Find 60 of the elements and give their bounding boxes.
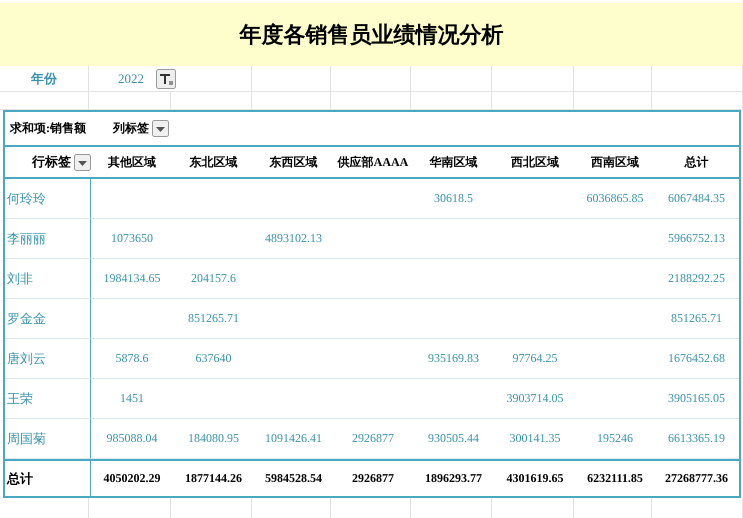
total-cell: 4050202.29 bbox=[104, 471, 160, 486]
column-header: 总计 bbox=[684, 154, 708, 170]
table-cell: 30618.5 bbox=[434, 191, 473, 206]
row-label: 王荣 bbox=[7, 390, 33, 408]
report-title: 年度各销售员业绩情况分析 bbox=[240, 20, 504, 48]
table-cell: 2188292.25 bbox=[668, 271, 725, 286]
dropdown-icon[interactable] bbox=[74, 154, 91, 170]
value-field-label: 求和项:销售额 bbox=[10, 120, 86, 137]
total-cell: 27268777.36 bbox=[665, 471, 728, 486]
row-labels-header: 行标签 bbox=[32, 153, 71, 171]
table-cell: 1091426.41 bbox=[265, 431, 322, 446]
column-header: 东北区域 bbox=[190, 154, 238, 170]
table-cell: 935169.83 bbox=[428, 351, 479, 366]
table-cell: 851265.71 bbox=[671, 311, 722, 326]
table-cell: 6613365.19 bbox=[668, 431, 725, 446]
table-cell: 300141.35 bbox=[510, 431, 560, 446]
total-cell: 1896293.77 bbox=[425, 471, 482, 486]
column-header: 西北区域 bbox=[511, 154, 559, 170]
column-header: 东西区域 bbox=[270, 154, 318, 170]
row-label: 刘非 bbox=[7, 270, 33, 288]
table-cell: 930505.44 bbox=[428, 431, 479, 446]
total-cell: 5984528.54 bbox=[265, 471, 322, 486]
dropdown-icon[interactable] bbox=[152, 120, 169, 137]
column-header: 供应部AAAA bbox=[338, 154, 408, 170]
table-cell: 1073650 bbox=[111, 231, 153, 246]
table-cell: 2926877 bbox=[352, 431, 394, 446]
table-cell: 1984134.65 bbox=[104, 271, 160, 286]
table-cell: 184080.95 bbox=[188, 431, 239, 446]
table-cell: 5878.6 bbox=[116, 351, 148, 366]
filter-icon[interactable] bbox=[156, 68, 176, 88]
table-cell: 4893102.13 bbox=[265, 231, 322, 246]
total-cell: 6232111.85 bbox=[587, 471, 643, 486]
row-label: 周国菊 bbox=[7, 430, 46, 448]
total-cell: 1877144.26 bbox=[185, 471, 242, 486]
table-cell: 3905165.05 bbox=[668, 391, 725, 406]
column-header: 西南区域 bbox=[591, 154, 639, 170]
total-cell: 2926877 bbox=[352, 471, 394, 486]
row-label: 唐刘云 bbox=[7, 350, 46, 368]
row-label: 罗金金 bbox=[7, 310, 46, 328]
column-header: 华南区域 bbox=[430, 154, 478, 170]
table-cell: 6036865.85 bbox=[586, 191, 644, 206]
table-cell: 5966752.13 bbox=[668, 231, 725, 246]
table-cell: 204157.6 bbox=[191, 271, 236, 286]
column-header: 其他区域 bbox=[108, 154, 156, 170]
total-cell: 4301619.65 bbox=[506, 471, 564, 486]
table-cell: 1676452.68 bbox=[668, 351, 725, 366]
row-label: 何玲玲 bbox=[7, 190, 46, 208]
table-cell: 851265.71 bbox=[188, 311, 239, 326]
table-cell: 195246 bbox=[597, 431, 633, 446]
table-cell: 3903714.05 bbox=[506, 391, 564, 406]
filter-value: 2022 bbox=[118, 70, 144, 86]
row-label: 李丽丽 bbox=[7, 230, 46, 248]
filter-label: 年份 bbox=[31, 70, 57, 88]
total-label: 总计 bbox=[7, 470, 33, 488]
table-cell: 637640 bbox=[196, 351, 232, 366]
table-cell: 1451 bbox=[120, 391, 144, 406]
table-cell: 97764.25 bbox=[512, 351, 558, 366]
table-cell: 985088.04 bbox=[106, 431, 158, 446]
table-cell: 6067484.35 bbox=[668, 191, 725, 206]
column-labels-header: 列标签 bbox=[113, 120, 149, 137]
